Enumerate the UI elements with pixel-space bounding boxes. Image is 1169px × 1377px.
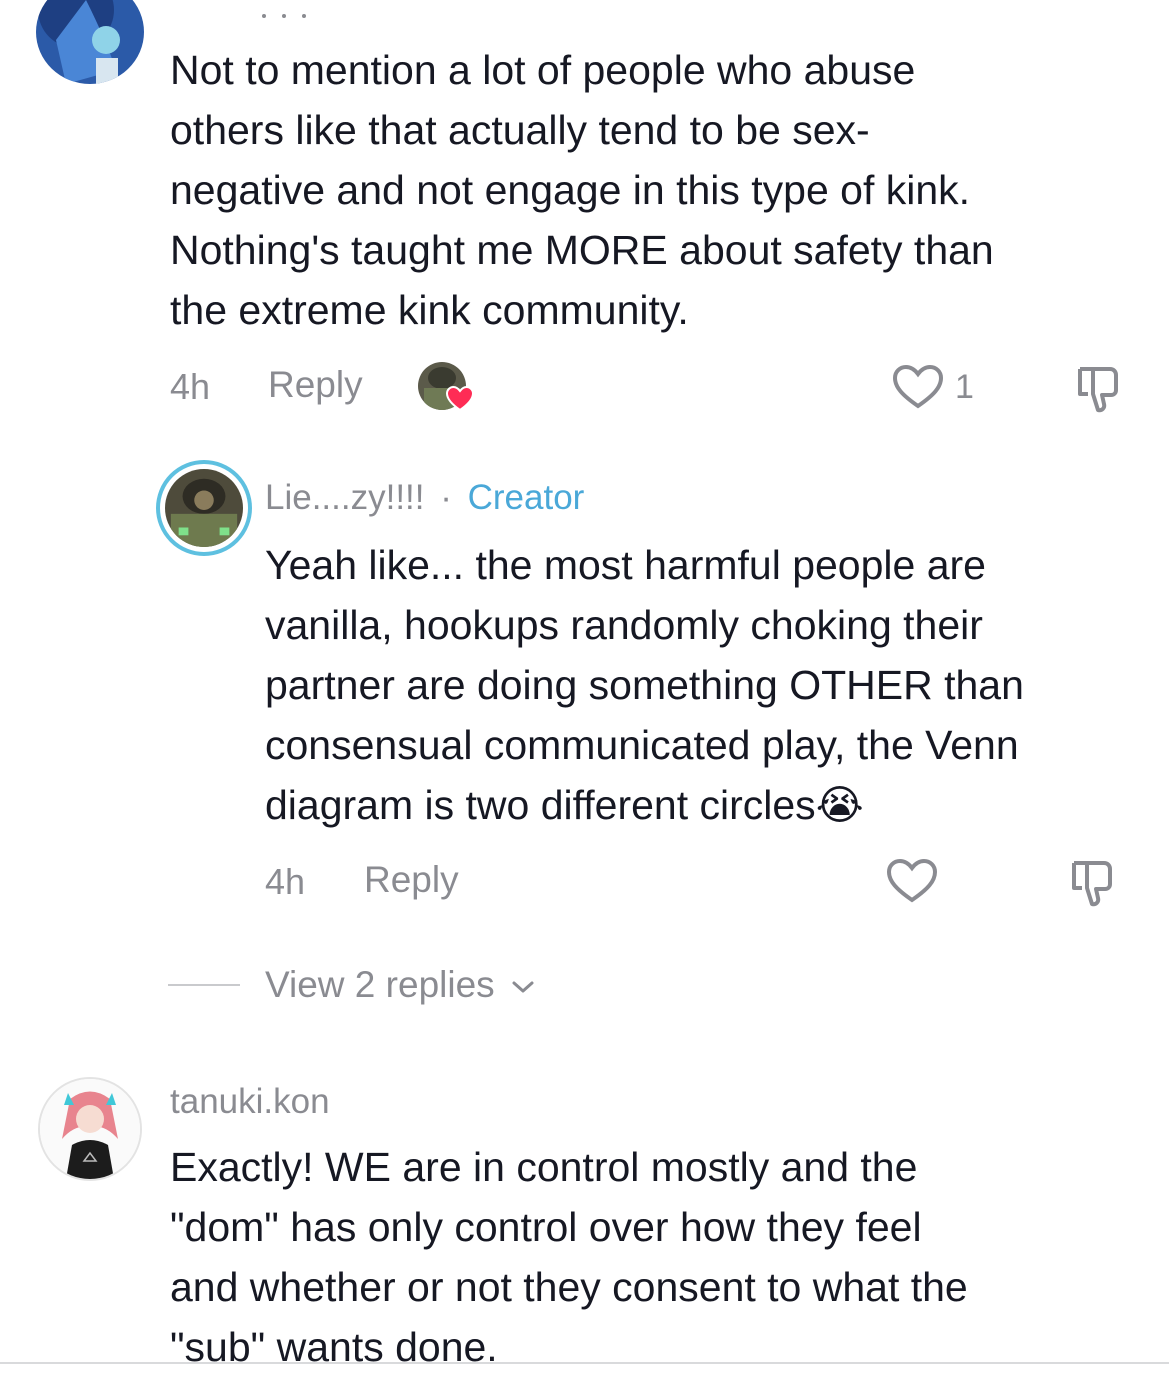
dislike-icon[interactable] (1066, 858, 1120, 908)
comment-text: Not to mention a lot of people who abuse… (170, 40, 1150, 340)
like-count: 1 (955, 368, 974, 406)
comment-line: Not to mention a lot of people who abuse (170, 47, 916, 93)
comment-text: Exactly! WE are in control mostly and th… (170, 1137, 1150, 1377)
creator-username[interactable]: Lie....zy!!!! (265, 478, 425, 517)
comment-line: "sub" wants done. (170, 1324, 498, 1370)
bottom-divider (0, 1362, 1169, 1364)
commenter-avatar[interactable] (36, 0, 144, 84)
reply-button[interactable]: Reply (268, 364, 363, 406)
creator-liked-indicator[interactable] (418, 362, 476, 414)
like-heart-icon[interactable] (892, 364, 944, 410)
comment-line: Yeah like... the most harmful people are (265, 542, 986, 588)
commenter-avatar[interactable] (38, 1077, 142, 1181)
comment-line: the extreme kink community. (170, 287, 689, 333)
creator-avatar[interactable] (156, 460, 252, 556)
comment-line: others like that actually tend to be sex… (170, 107, 870, 153)
comment-line: negative and not engage in this type of … (170, 167, 971, 213)
creator-username-row: Lie....zy!!!! · Creator (265, 478, 584, 518)
reply-button[interactable]: Reply (364, 859, 459, 901)
comment-line: Exactly! WE are in control mostly and th… (170, 1144, 918, 1190)
view-replies-label: View 2 replies (265, 964, 495, 1005)
separator-dot: · (440, 478, 452, 517)
crying-emoji-icon: 😭 (815, 782, 864, 828)
comment-line: partner are doing something OTHER than (265, 662, 1024, 708)
commenter-username[interactable]: tanuki.kon (170, 1082, 330, 1122)
creator-badge: Creator (467, 478, 585, 517)
comment-timestamp: 4h (170, 366, 211, 407)
replies-divider (168, 984, 240, 986)
like-heart-icon[interactable] (886, 858, 938, 904)
comment-line: Nothing's taught me MORE about safety th… (170, 227, 994, 273)
view-replies-button[interactable]: View 2 replies (265, 964, 535, 1006)
comment-line: and whether or not they consent to what … (170, 1264, 968, 1310)
comment-text: Yeah like... the most harmful people are… (265, 535, 1155, 835)
comment-line: vanilla, hookups randomly choking their (265, 602, 983, 648)
comment-line: diagram is two different circles😭 (265, 782, 864, 828)
chevron-down-icon (512, 981, 534, 993)
comment-timestamp: 4h (265, 861, 306, 902)
heart-filled-icon (446, 386, 474, 412)
dislike-icon[interactable] (1072, 364, 1126, 414)
truncated-username-dots (262, 14, 312, 22)
comment-line: "dom" has only control over how they fee… (170, 1204, 922, 1250)
comment-line: consensual communicated play, the Venn (265, 722, 1019, 768)
